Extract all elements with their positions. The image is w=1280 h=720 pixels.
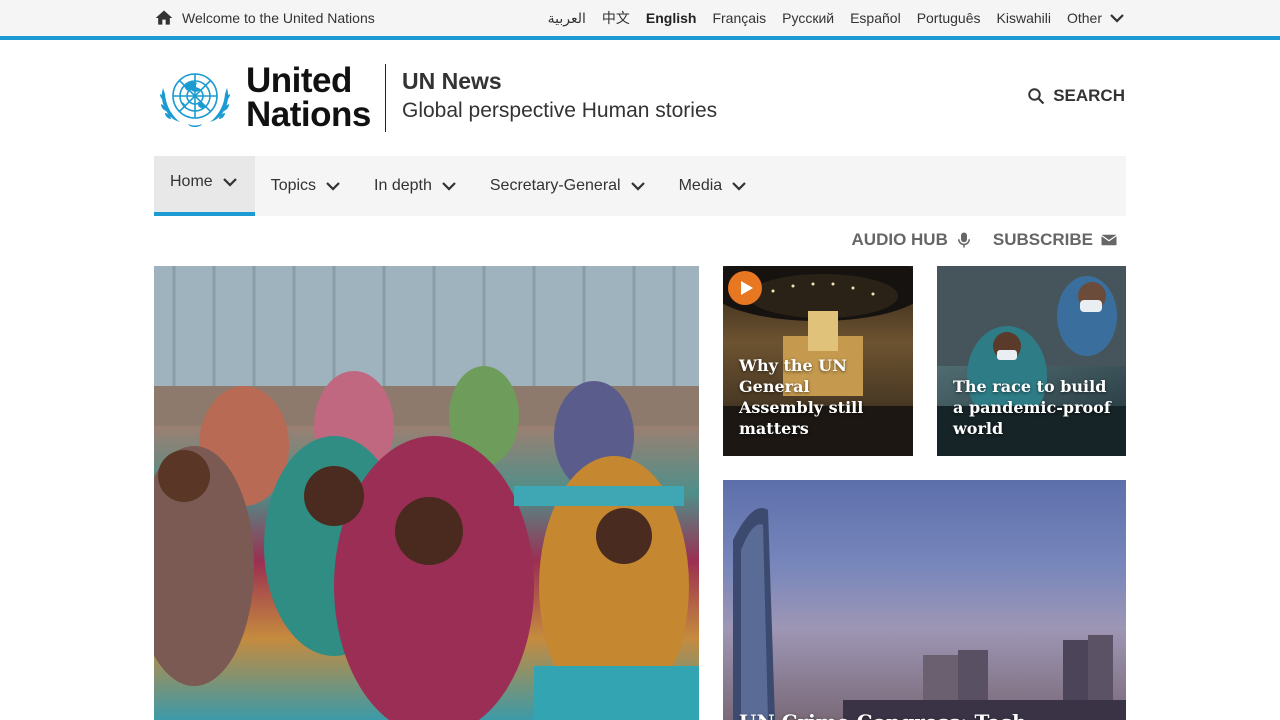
- language-russian[interactable]: Русский: [782, 10, 834, 26]
- nav-item-media[interactable]: Media: [663, 156, 765, 216]
- story-card-crime-congress[interactable]: UN Crime Congress: Tech, pleasing: [723, 480, 1126, 720]
- nav-item-in-depth[interactable]: In depth: [358, 156, 474, 216]
- accent-rule: [0, 36, 1280, 40]
- welcome-label: Welcome to the United Nations: [182, 10, 375, 26]
- wordmark-line2: Nations: [246, 95, 371, 134]
- un-emblem-icon[interactable]: [154, 64, 236, 132]
- envelope-icon: [1101, 234, 1117, 246]
- chevron-down-icon: [630, 182, 645, 191]
- story-card-title: Why the UN General Assembly still matter…: [739, 356, 864, 438]
- play-icon: [740, 281, 753, 295]
- nav-item-home[interactable]: Home: [154, 156, 255, 216]
- language-chinese[interactable]: 中文: [602, 8, 630, 28]
- hero-story-image[interactable]: [154, 266, 699, 720]
- chevron-down-icon: [222, 178, 237, 187]
- chevron-down-icon: [732, 182, 746, 191]
- top-utility-bar: Welcome to the United Nations العربية 中文…: [0, 0, 1280, 36]
- subscribe-label: SUBSCRIBE: [992, 230, 1093, 249]
- card-photo: [733, 508, 1126, 720]
- story-card-title: UN Crime Congress: Tech, pleasing: [739, 712, 1112, 720]
- audio-hub-label: AUDIO HUB: [851, 230, 948, 249]
- chevron-down-icon: [442, 182, 456, 191]
- nav-item-label: Media: [678, 177, 723, 194]
- nav-item-secretary-general[interactable]: Secretary-General: [474, 156, 663, 216]
- audio-hub-link[interactable]: AUDIO HUB: [852, 230, 973, 250]
- microphone-icon: [957, 232, 970, 248]
- nav-item-label: Topics: [270, 177, 317, 194]
- nav-item-topics[interactable]: Topics: [255, 156, 358, 216]
- play-button[interactable]: [728, 271, 762, 305]
- chevron-down-icon: [326, 182, 340, 191]
- nav-item-label: Home: [170, 173, 213, 190]
- subscribe-link[interactable]: SUBSCRIBE: [993, 230, 1118, 250]
- search-button[interactable]: SEARCH: [1027, 86, 1125, 106]
- language-kiswahili[interactable]: Kiswahili: [997, 10, 1051, 26]
- story-card-pandemic-proof[interactable]: The race to build a pandemic-proof world: [937, 266, 1126, 456]
- hero-photo: [154, 266, 699, 720]
- nav-item-label: Secretary-General: [489, 177, 621, 194]
- main-nav: Home Topics In depth Secretary-General M…: [154, 156, 1126, 216]
- header-divider: [385, 64, 386, 132]
- language-arabic[interactable]: العربية: [548, 10, 586, 27]
- home-icon: [155, 10, 173, 25]
- search-icon: [1028, 88, 1045, 105]
- search-label: SEARCH: [1053, 86, 1125, 105]
- language-spanish[interactable]: Español: [850, 10, 901, 26]
- nav-item-label: In depth: [374, 177, 432, 194]
- site-title[interactable]: UN News: [402, 68, 502, 95]
- language-switcher: العربية 中文 English Français Русский Espa…: [548, 6, 1126, 30]
- language-other-dropdown[interactable]: Other: [1067, 9, 1126, 27]
- un-wordmark[interactable]: United Nations: [246, 61, 371, 134]
- site-tagline: Global perspective Human stories: [402, 99, 718, 122]
- language-portuguese[interactable]: Português: [917, 10, 981, 26]
- language-french[interactable]: Français: [712, 10, 766, 26]
- utility-links: AUDIO HUB SUBSCRIBE: [852, 230, 1118, 250]
- wordmark-line1: United: [246, 61, 352, 100]
- language-other-label: Other: [1066, 10, 1102, 26]
- chevron-down-icon: [1110, 14, 1124, 23]
- welcome-link[interactable]: Welcome to the United Nations: [154, 6, 375, 30]
- story-card-title: The race to build a pandemic-proof world: [953, 377, 1111, 438]
- story-card-general-assembly[interactable]: Why the UN General Assembly still matter…: [723, 266, 913, 456]
- language-english[interactable]: English: [646, 10, 697, 26]
